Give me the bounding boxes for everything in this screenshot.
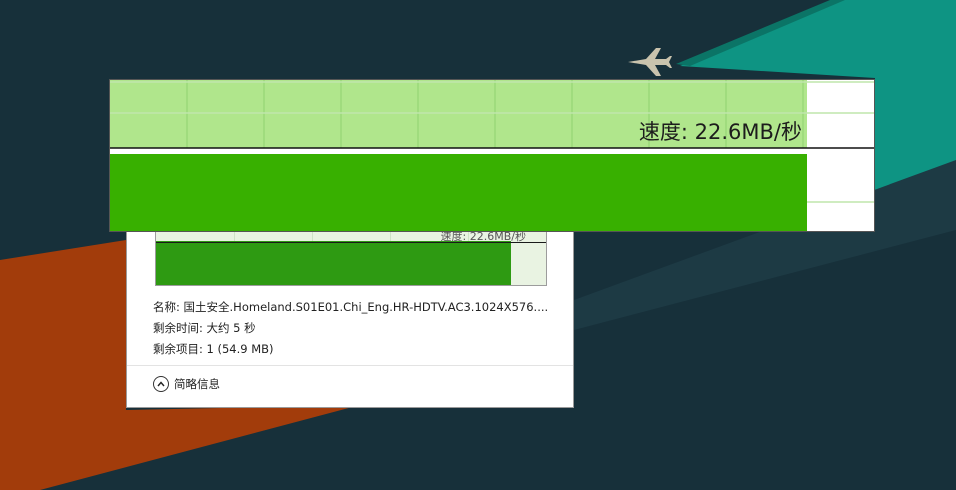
- less-details-button[interactable]: 简略信息: [153, 376, 220, 392]
- chevron-up-circle-icon: [153, 376, 169, 392]
- speed-graph-zoom: 速度: 22.6MB/秒: [109, 79, 875, 232]
- transfer-info: 名称: 国土安全.Homeland.S01E01.Chi_Eng.HR-HDTV…: [153, 297, 548, 360]
- airplane-icon: [628, 48, 672, 76]
- speed-label: 速度: 22.6MB/秒: [638, 120, 802, 144]
- speed-graph: [110, 80, 874, 231]
- items-remaining-line: 剩余项目: 1 (54.9 MB): [153, 342, 274, 356]
- progress-fill-area: [110, 154, 807, 231]
- time-remaining-line: 剩余时间: 大约 5 秒: [153, 321, 256, 335]
- dialog-divider: [127, 365, 573, 366]
- less-details-label: 简略信息: [174, 377, 220, 391]
- file-name-line: 名称: 国土安全.Homeland.S01E01.Chi_Eng.HR-HDTV…: [153, 300, 549, 314]
- mini-progress-fill: [156, 241, 511, 285]
